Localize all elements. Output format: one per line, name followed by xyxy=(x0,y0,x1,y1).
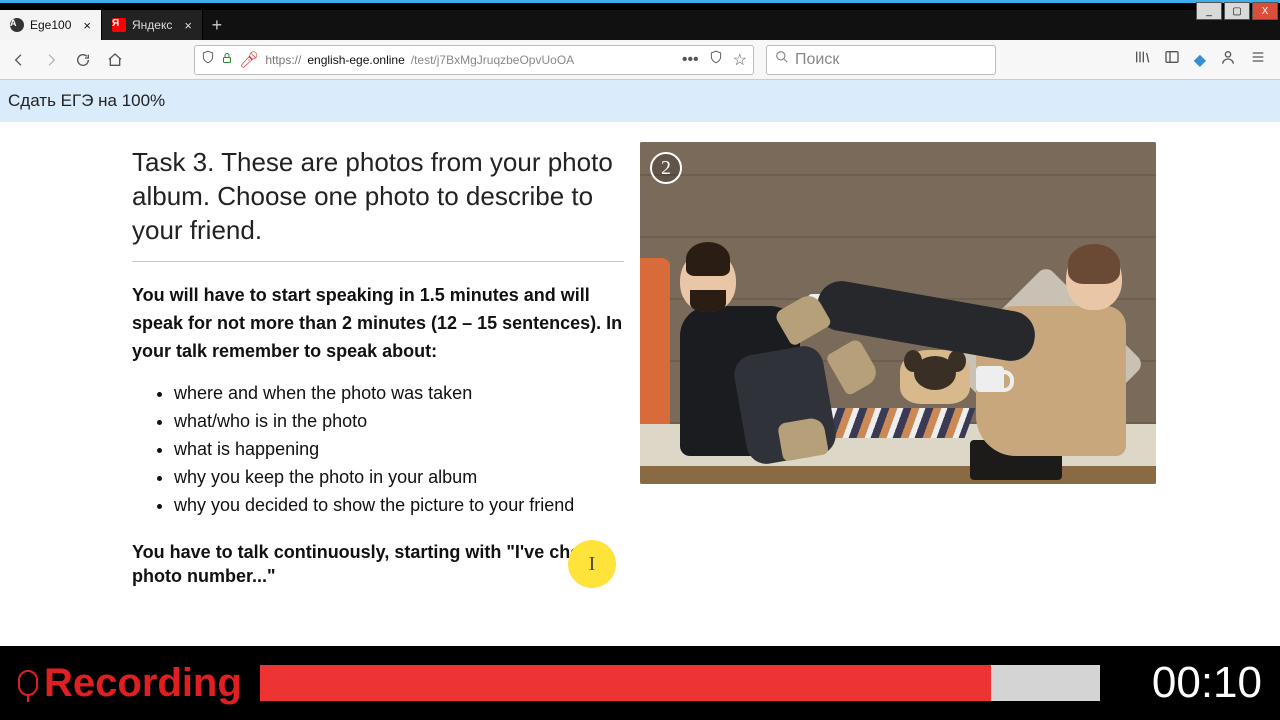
divider xyxy=(132,261,624,262)
bookmark-star-icon[interactable]: ☆ xyxy=(733,50,747,70)
task-closing: You have to talk continuously, starting … xyxy=(132,540,624,589)
window-minimize-button[interactable]: _ xyxy=(1196,2,1222,20)
url-path: /test/j7BxMgJruqzbeOpvUoOA xyxy=(411,53,574,67)
forward-button[interactable] xyxy=(38,47,64,73)
window-maximize-button[interactable]: ▢ xyxy=(1224,2,1250,20)
tab-label: Ege100 xyxy=(30,18,71,32)
reload-button[interactable] xyxy=(70,47,96,73)
window-titlebar xyxy=(0,0,1280,10)
favicon-yandex: Я xyxy=(112,18,126,32)
tab-label: Яндекс xyxy=(132,18,172,32)
tab-yandex[interactable]: Я Яндекс × xyxy=(102,10,203,40)
page-content: Task 3. These are photos from your photo… xyxy=(0,122,1280,646)
url-protocol: https:// xyxy=(265,53,301,67)
home-button[interactable] xyxy=(102,47,128,73)
page-actions-icon[interactable]: ••• xyxy=(682,51,699,69)
sidebar-icon[interactable] xyxy=(1164,49,1180,70)
address-bar[interactable]: 🎤︎ https:// english-ege.online /test/j7B… xyxy=(194,45,754,75)
recording-label: Recording xyxy=(18,661,242,706)
mic-icon xyxy=(18,670,38,696)
window-close-button[interactable]: X xyxy=(1252,2,1278,20)
text-cursor-highlight: I xyxy=(568,540,616,588)
site-banner: Сдать ЕГЭ на 100% xyxy=(0,80,1280,122)
task-instructions: You will have to start speaking in 1.5 m… xyxy=(132,282,624,366)
tab-close-icon[interactable]: × xyxy=(184,18,192,33)
library-icon[interactable] xyxy=(1134,49,1150,70)
lock-icon xyxy=(221,51,233,69)
search-icon xyxy=(775,50,789,69)
back-button[interactable] xyxy=(6,47,32,73)
menu-icon[interactable] xyxy=(1250,49,1266,70)
task-points-list: where and when the photo was taken what/… xyxy=(132,380,624,519)
search-placeholder: Поиск xyxy=(795,51,839,69)
task-point: why you keep the photo in your album xyxy=(174,464,624,492)
tab-strip: A Ege100 × Я Яндекс × + _ ▢ X xyxy=(0,10,1280,40)
url-host: english-ege.online xyxy=(307,53,404,67)
mic-permission-icon[interactable]: 🎤︎ xyxy=(239,50,259,70)
recording-bar: Recording 00:10 xyxy=(0,646,1280,720)
recording-timer: 00:10 xyxy=(1152,658,1262,708)
recording-progress[interactable] xyxy=(260,665,1100,701)
favicon-ege100: A xyxy=(10,18,24,32)
tab-ege100[interactable]: A Ege100 × xyxy=(0,10,102,40)
task-point: why you decided to show the picture to y… xyxy=(174,492,624,520)
reader-icon[interactable] xyxy=(709,50,723,69)
task-point: where and when the photo was taken xyxy=(174,380,624,408)
new-tab-button[interactable]: + xyxy=(203,10,231,40)
search-bar[interactable]: Поиск xyxy=(766,45,996,75)
account-icon[interactable] xyxy=(1220,49,1236,70)
task-point: what/who is in the photo xyxy=(174,408,624,436)
nav-toolbar: 🎤︎ https:// english-ege.online /test/j7B… xyxy=(0,40,1280,80)
task-point: what is happening xyxy=(174,436,624,464)
photo-number-badge: 2 xyxy=(650,152,682,184)
shield-icon xyxy=(201,50,215,69)
banner-text: Сдать ЕГЭ на 100% xyxy=(8,91,165,111)
tab-close-icon[interactable]: × xyxy=(83,18,91,33)
recording-progress-fill xyxy=(260,665,991,701)
extension-icon[interactable]: ◆ xyxy=(1194,50,1206,70)
task-photo: 2 xyxy=(640,142,1156,484)
task-heading: Task 3. These are photos from your photo… xyxy=(132,146,624,247)
